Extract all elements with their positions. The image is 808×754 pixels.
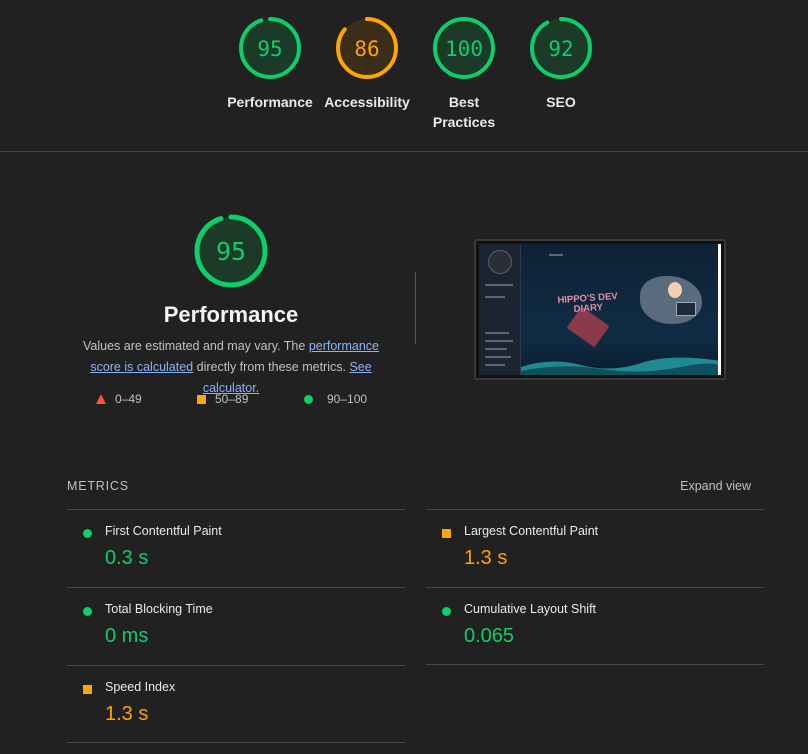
metric-name: Cumulative Layout Shift <box>464 602 597 616</box>
final-screenshot[interactable]: HIPPO'S DEV DIARY <box>474 239 726 380</box>
gauge-ring: 92 <box>530 17 592 79</box>
metric-value: 1.3 s <box>105 703 149 725</box>
divider <box>426 664 764 665</box>
square-icon <box>197 394 206 404</box>
gauge-best-practices[interactable]: 100 Best Practices <box>412 16 516 132</box>
metric-name: Speed Index <box>105 680 176 694</box>
gauge-label: Performance <box>227 94 313 110</box>
legend-pass: 90–100 <box>304 392 367 406</box>
desc-text: directly from these metrics. <box>193 360 350 374</box>
gauge-label: SEO <box>546 94 576 110</box>
score-legend: 0–49 50–89 90–100 <box>0 392 462 412</box>
divider <box>67 742 405 743</box>
metric-value: 0.065 <box>464 625 515 647</box>
legend-average-label: 50–89 <box>215 392 249 406</box>
metrics-title: METRICS <box>67 479 129 493</box>
pass-circle-icon <box>83 607 92 616</box>
screenshot-wave <box>521 357 718 375</box>
performance-description: Values are estimated and may vary. The p… <box>66 336 396 399</box>
metric-name: First Contentful Paint <box>105 524 222 538</box>
legend-average: 50–89 <box>197 392 248 406</box>
screenshot-sidebar <box>479 244 521 375</box>
metrics-header: METRICS Expand view <box>67 479 751 497</box>
gauge-score: 92 <box>548 37 573 61</box>
legend-fail: 0–49 <box>96 392 142 406</box>
metric-speed-index: Speed Index 1.3 s <box>67 665 405 743</box>
metric-total-blocking-time: Total Blocking Time 0 ms <box>67 587 405 665</box>
gauge-score: 100 <box>445 37 483 61</box>
metric-value: 1.3 s <box>464 547 508 569</box>
expand-view-button[interactable]: Expand view <box>680 479 751 493</box>
metric-largest-contentful-paint: Largest Contentful Paint 1.3 s <box>426 509 764 587</box>
pass-circle-icon <box>442 607 451 616</box>
screenshot-image: HIPPO'S DEV DIARY <box>479 244 721 375</box>
screenshot-laptop <box>676 302 696 316</box>
desc-text: Values are estimated and may vary. The <box>83 339 309 353</box>
gauge-performance[interactable]: 95 Performance <box>218 16 322 112</box>
metric-first-contentful-paint: First Contentful Paint 0.3 s <box>67 509 405 587</box>
avatar <box>488 250 512 274</box>
vertical-divider <box>415 272 416 344</box>
performance-gauge-ring: 95 <box>194 214 268 288</box>
metric-value: 0.3 s <box>105 547 149 569</box>
gauge-accessibility[interactable]: 86 Accessibility <box>315 16 419 112</box>
screenshot-face <box>668 282 682 298</box>
circle-icon <box>304 394 313 404</box>
triangle-icon <box>96 394 106 404</box>
metric-name: Largest Contentful Paint <box>464 524 599 538</box>
legend-pass-label: 90–100 <box>327 392 368 406</box>
performance-gauge: 95 <box>194 214 268 293</box>
metric-name: Total Blocking Time <box>105 602 213 616</box>
gauge-ring: 100 <box>433 17 495 79</box>
average-square-icon <box>83 685 92 694</box>
legend-fail-label: 0–49 <box>115 392 142 406</box>
gauge-score: 86 <box>354 37 379 61</box>
gauge-score: 95 <box>257 37 282 61</box>
pass-circle-icon <box>83 529 92 538</box>
performance-score: 95 <box>216 237 246 266</box>
gauge-seo[interactable]: 92 SEO <box>509 16 613 112</box>
gauge-label: Accessibility <box>324 94 410 110</box>
performance-title: Performance <box>163 302 299 327</box>
gauge-ring: 95 <box>239 17 301 79</box>
average-square-icon <box>442 529 451 538</box>
gauge-label: Best Practices <box>432 94 496 130</box>
summary-gauges: 95 Performance 86 Accessibility 100 Best… <box>0 0 808 152</box>
metric-cumulative-layout-shift: Cumulative Layout Shift 0.065 <box>426 587 764 665</box>
metric-value: 0 ms <box>105 625 149 647</box>
gauge-ring: 86 <box>336 17 398 79</box>
